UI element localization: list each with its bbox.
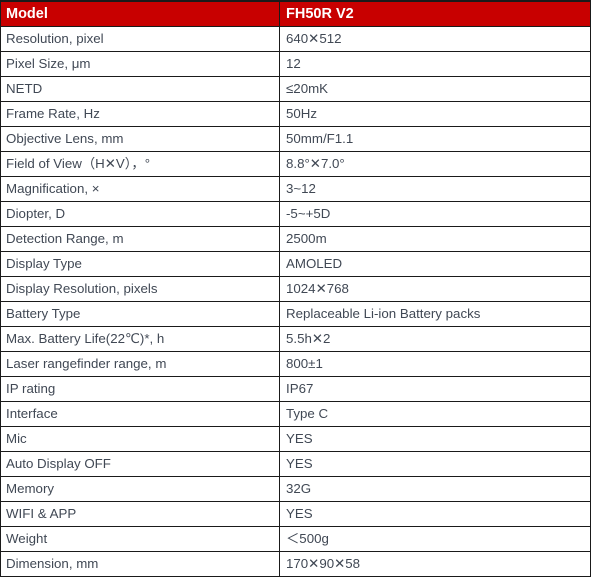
table-row: Laser rangefinder range, m 800±1 xyxy=(0,351,591,377)
spec-value-cell: 1024✕768 xyxy=(279,276,591,302)
spec-label-cell: Frame Rate, Hz xyxy=(0,101,280,127)
table-row: Diopter, D -5~+5D xyxy=(0,201,591,227)
spec-value-cell: 12 xyxy=(279,51,591,77)
spec-label-cell: Display Resolution, pixels xyxy=(0,276,280,302)
spec-value-cell: 800±1 xyxy=(279,351,591,377)
spec-label-cell: Weight xyxy=(0,526,280,552)
table-row: Objective Lens, mm 50mm/F1.1 xyxy=(0,126,591,152)
spec-label-cell: Resolution, pixel xyxy=(0,26,280,52)
spec-value-cell: 170✕90✕58 xyxy=(279,551,591,577)
table-row: Max. Battery Life(22℃)*, h 5.5h✕2 xyxy=(0,326,591,352)
spec-value-cell: Replaceable Li-ion Battery packs xyxy=(279,301,591,327)
spec-label-cell: NETD xyxy=(0,76,280,102)
spec-value-cell: YES xyxy=(279,501,591,527)
table-row: Resolution, pixel 640✕512 xyxy=(0,26,591,52)
table-row: Weight ＜500g xyxy=(0,526,591,552)
spec-label-cell: Magnification, × xyxy=(0,176,280,202)
spec-value-cell: 8.8°✕7.0° xyxy=(279,151,591,177)
spec-value-cell: YES xyxy=(279,426,591,452)
specification-table-container: Model FH50R V2 Resolution, pixel 640✕512 P… xyxy=(0,0,594,577)
table-row: Field of View（H✕V），° 8.8°✕7.0° xyxy=(0,151,591,177)
table-row: Magnification, × 3~12 xyxy=(0,176,591,202)
spec-label-cell: Diopter, D xyxy=(0,201,280,227)
spec-value-cell: -5~+5D xyxy=(279,201,591,227)
table-row: Display Type AMOLED xyxy=(0,251,591,277)
table-row: Dimension, mm 170✕90✕58 xyxy=(0,551,591,577)
table-header: Model FH50R V2 xyxy=(0,1,591,27)
table-row: WIFI & APP YES xyxy=(0,501,591,527)
spec-value-cell: YES xyxy=(279,451,591,477)
specification-table: Model FH50R V2 Resolution, pixel 640✕512 P… xyxy=(0,0,591,577)
spec-label-cell: Interface xyxy=(0,401,280,427)
table-row: Battery Type Replaceable Li-ion Battery p… xyxy=(0,301,591,327)
spec-value-cell: 3~12 xyxy=(279,176,591,202)
spec-label-cell: Battery Type xyxy=(0,301,280,327)
table-row: IP rating IP67 xyxy=(0,376,591,402)
spec-value-cell: IP67 xyxy=(279,376,591,402)
column-header-product-name: FH50R V2 xyxy=(279,1,591,27)
spec-value-cell: ＜500g xyxy=(279,526,591,552)
spec-label-cell: Memory xyxy=(0,476,280,502)
spec-value-cell: 5.5h✕2 xyxy=(279,326,591,352)
spec-label-cell: Display Type xyxy=(0,251,280,277)
table-header-row: Model FH50R V2 xyxy=(0,1,591,27)
spec-label-cell: Dimension, mm xyxy=(0,551,280,577)
table-row: Display Resolution, pixels 1024✕768 xyxy=(0,276,591,302)
spec-label-cell: Objective Lens, mm xyxy=(0,126,280,152)
spec-value-cell: 32G xyxy=(279,476,591,502)
spec-label-cell: Laser rangefinder range, m xyxy=(0,351,280,377)
spec-label-cell: Mic xyxy=(0,426,280,452)
spec-label-cell: Field of View（H✕V），° xyxy=(0,151,280,177)
table-row: Detection Range, m 2500m xyxy=(0,226,591,252)
spec-label-cell: Detection Range, m xyxy=(0,226,280,252)
spec-label-cell: Pixel Size, μm xyxy=(0,51,280,77)
spec-value-cell: Type C xyxy=(279,401,591,427)
spec-value-cell: ≤20mK xyxy=(279,76,591,102)
spec-label-cell: Auto Display OFF xyxy=(0,451,280,477)
spec-label-cell: IP rating xyxy=(0,376,280,402)
table-row: Mic YES xyxy=(0,426,591,452)
column-header-model: Model xyxy=(0,1,280,27)
table-row: Pixel Size, μm 12 xyxy=(0,51,591,77)
spec-label-cell: WIFI & APP xyxy=(0,501,280,527)
spec-value-cell: AMOLED xyxy=(279,251,591,277)
table-row: Frame Rate, Hz 50Hz xyxy=(0,101,591,127)
spec-value-cell: 50Hz xyxy=(279,101,591,127)
spec-label-cell: Max. Battery Life(22℃)*, h xyxy=(0,326,280,352)
spec-value-cell: 640✕512 xyxy=(279,26,591,52)
table-row: NETD ≤20mK xyxy=(0,76,591,102)
spec-value-cell: 2500m xyxy=(279,226,591,252)
table-row: Interface Type C xyxy=(0,401,591,427)
spec-value-cell: 50mm/F1.1 xyxy=(279,126,591,152)
table-row: Auto Display OFF YES xyxy=(0,451,591,477)
table-body: Resolution, pixel 640✕512 Pixel Size, μm 12… xyxy=(0,26,591,577)
table-row: Memory 32G xyxy=(0,476,591,502)
